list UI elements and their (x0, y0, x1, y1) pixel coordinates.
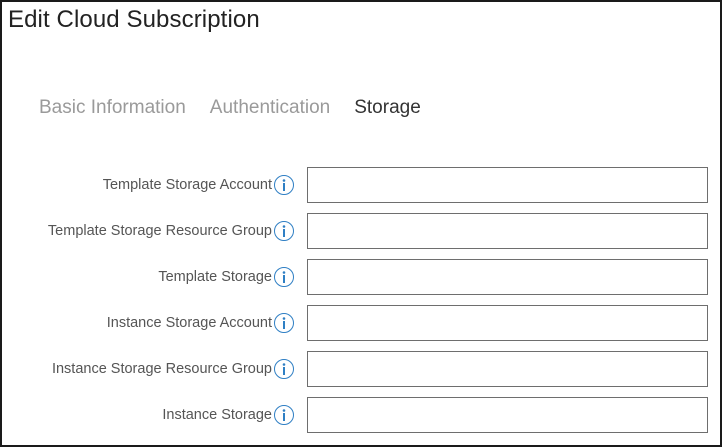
tab-authentication[interactable]: Authentication (210, 97, 330, 123)
template-storage-resource-group-input[interactable] (307, 213, 708, 249)
instance-storage-resource-group-input[interactable] (307, 351, 708, 387)
info-icon[interactable] (274, 221, 294, 241)
form-row-template-storage-account: Template Storage Account (2, 167, 722, 203)
instance-storage-account-input[interactable] (307, 305, 708, 341)
field-label: Instance Storage Account (106, 315, 272, 331)
info-icon[interactable] (274, 313, 294, 333)
dialog-window: Edit Cloud Subscription Basic Informatio… (0, 0, 722, 447)
form-row-template-storage: Template Storage (2, 259, 722, 295)
template-storage-input[interactable] (307, 259, 708, 295)
tab-basic-information[interactable]: Basic Information (39, 97, 186, 123)
info-icon[interactable] (274, 267, 294, 287)
field-label: Instance Storage Resource Group (51, 361, 272, 377)
info-icon[interactable] (274, 359, 294, 379)
tab-bar: Basic Information Authentication Storage (39, 97, 445, 123)
field-label: Template Storage Resource Group (47, 223, 272, 239)
tab-storage[interactable]: Storage (354, 97, 421, 123)
form-row-instance-storage-resource-group: Instance Storage Resource Group (2, 351, 722, 387)
info-icon[interactable] (274, 175, 294, 195)
field-label: Template Storage (158, 269, 272, 285)
form-row-template-storage-resource-group: Template Storage Resource Group (2, 213, 722, 249)
form-row-instance-storage-account: Instance Storage Account (2, 305, 722, 341)
instance-storage-input[interactable] (307, 397, 708, 433)
field-label: Template Storage Account (102, 177, 272, 193)
form-row-instance-storage: Instance Storage (2, 397, 722, 433)
template-storage-account-input[interactable] (307, 167, 708, 203)
field-label: Instance Storage (162, 407, 272, 423)
info-icon[interactable] (274, 405, 294, 425)
page-title: Edit Cloud Subscription (8, 6, 260, 33)
